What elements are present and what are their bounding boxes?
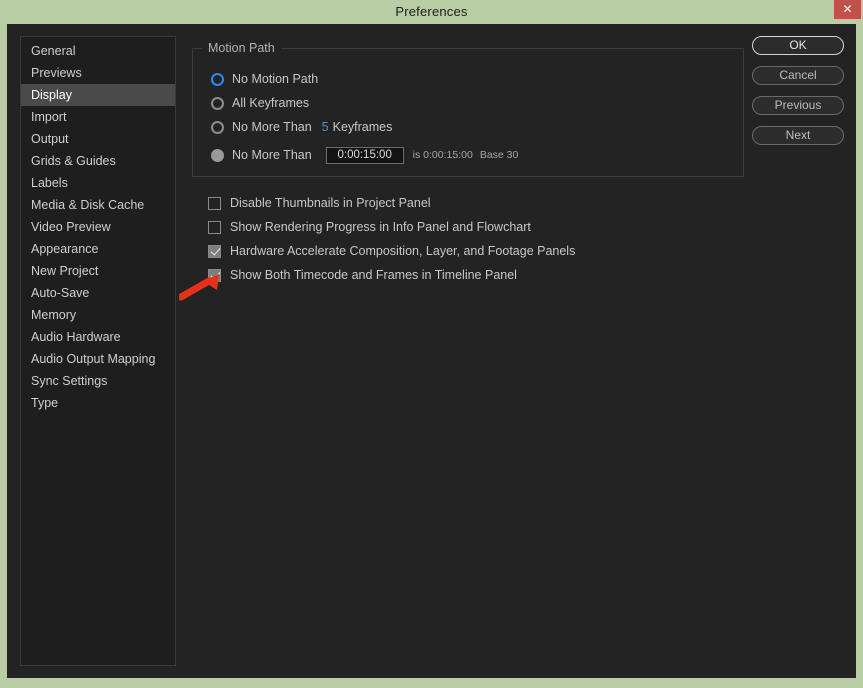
sidebar-item-previews[interactable]: Previews <box>21 62 175 84</box>
checkbox-label: Hardware Accelerate Composition, Layer, … <box>230 244 576 258</box>
dialog-button-column: OK Cancel Previous Next <box>752 36 847 156</box>
sidebar-item-video-preview[interactable]: Video Preview <box>21 216 175 238</box>
checkbox-row[interactable]: Show Rendering Progress in Info Panel an… <box>208 215 728 239</box>
display-settings-pane: Motion Path No Motion Path All Keyframes… <box>190 36 750 666</box>
checkbox-toggle[interactable] <box>208 220 221 234</box>
checkbox-row[interactable]: Disable Thumbnails in Project Panel <box>208 191 728 215</box>
close-icon[interactable]: ✕ <box>834 0 861 19</box>
ok-button[interactable]: OK <box>752 36 844 55</box>
cancel-button[interactable]: Cancel <box>752 66 844 85</box>
checkbox-label: Disable Thumbnails in Project Panel <box>230 196 431 210</box>
display-options-checkbox-list: Disable Thumbnails in Project Panel Show … <box>208 191 728 287</box>
sidebar-item-audio-output-mapping[interactable]: Audio Output Mapping <box>21 348 175 370</box>
radio-no-motion-path[interactable] <box>211 72 224 86</box>
timecode-note-base: Base 30 <box>479 149 519 161</box>
radio-row-all-keyframes[interactable]: All Keyframes <box>211 93 309 113</box>
timecode-note-prefix: is 0:00:15:00 <box>412 149 473 161</box>
radio-label-no-more-than-timecode: No More Than <box>232 148 312 162</box>
sidebar-item-media-disk-cache[interactable]: Media & Disk Cache <box>21 194 175 216</box>
sidebar-item-output[interactable]: Output <box>21 128 175 150</box>
radio-no-more-than-timecode[interactable] <box>211 148 224 162</box>
sidebar-item-grids-guides[interactable]: Grids & Guides <box>21 150 175 172</box>
keyframe-count-suffix: Keyframes <box>332 120 393 134</box>
checkbox-row[interactable]: Hardware Accelerate Composition, Layer, … <box>208 239 728 263</box>
sidebar-item-general[interactable]: General <box>21 40 175 62</box>
checkbox-toggle[interactable] <box>208 244 221 258</box>
sidebar-item-audio-hardware[interactable]: Audio Hardware <box>21 326 175 348</box>
radio-all-keyframes[interactable] <box>211 96 224 110</box>
sidebar-item-new-project[interactable]: New Project <box>21 260 175 282</box>
previous-button[interactable]: Previous <box>752 96 844 115</box>
sidebar-item-sync-settings[interactable]: Sync Settings <box>21 370 175 392</box>
sidebar-item-labels[interactable]: Labels <box>21 172 175 194</box>
radio-row-no-motion-path[interactable]: No Motion Path <box>211 69 318 89</box>
checkbox-toggle[interactable] <box>208 196 221 210</box>
motion-path-legend: Motion Path <box>202 41 281 55</box>
next-button[interactable]: Next <box>752 126 844 145</box>
radio-label-no-motion-path: No Motion Path <box>232 72 319 86</box>
keyframe-count-value[interactable]: 5 <box>322 120 329 134</box>
window-title: Preferences <box>395 4 468 19</box>
sidebar-item-auto-save[interactable]: Auto-Save <box>21 282 175 304</box>
radio-label-all-keyframes: All Keyframes <box>232 96 310 110</box>
radio-row-no-more-than-timecode[interactable]: No More Than is 0:00:15:00 Base 30 <box>211 145 518 165</box>
checkbox-toggle[interactable] <box>208 268 221 282</box>
checkbox-label: Show Rendering Progress in Info Panel an… <box>230 220 531 234</box>
radio-row-no-more-than-keyframes[interactable]: No More Than 5 Keyframes <box>211 117 392 137</box>
sidebar-item-import[interactable]: Import <box>21 106 175 128</box>
checkbox-row[interactable]: Show Both Timecode and Frames in Timelin… <box>208 263 728 287</box>
sidebar-item-memory[interactable]: Memory <box>21 304 175 326</box>
motion-path-group: Motion Path No Motion Path All Keyframes… <box>192 41 744 177</box>
title-bar: Preferences ✕ <box>0 0 863 24</box>
timecode-input[interactable] <box>325 146 404 164</box>
sidebar-item-display[interactable]: Display <box>21 84 175 106</box>
timecode-note: is 0:00:15:00 Base 30 <box>413 149 519 161</box>
dialog-body: General Previews Display Import Output Grids … <box>7 24 856 678</box>
preferences-category-list[interactable]: General Previews Display Import Output Grids … <box>20 36 176 666</box>
radio-no-more-than-keyframes[interactable] <box>211 120 224 134</box>
preferences-window: Preferences ✕ General Previews Display Impo… <box>0 0 863 688</box>
checkbox-label: Show Both Timecode and Frames in Timelin… <box>230 268 517 282</box>
radio-label-no-more-than-keyframes: No More Than <box>232 120 312 134</box>
sidebar-item-appearance[interactable]: Appearance <box>21 238 175 260</box>
sidebar-item-type[interactable]: Type <box>21 392 175 414</box>
